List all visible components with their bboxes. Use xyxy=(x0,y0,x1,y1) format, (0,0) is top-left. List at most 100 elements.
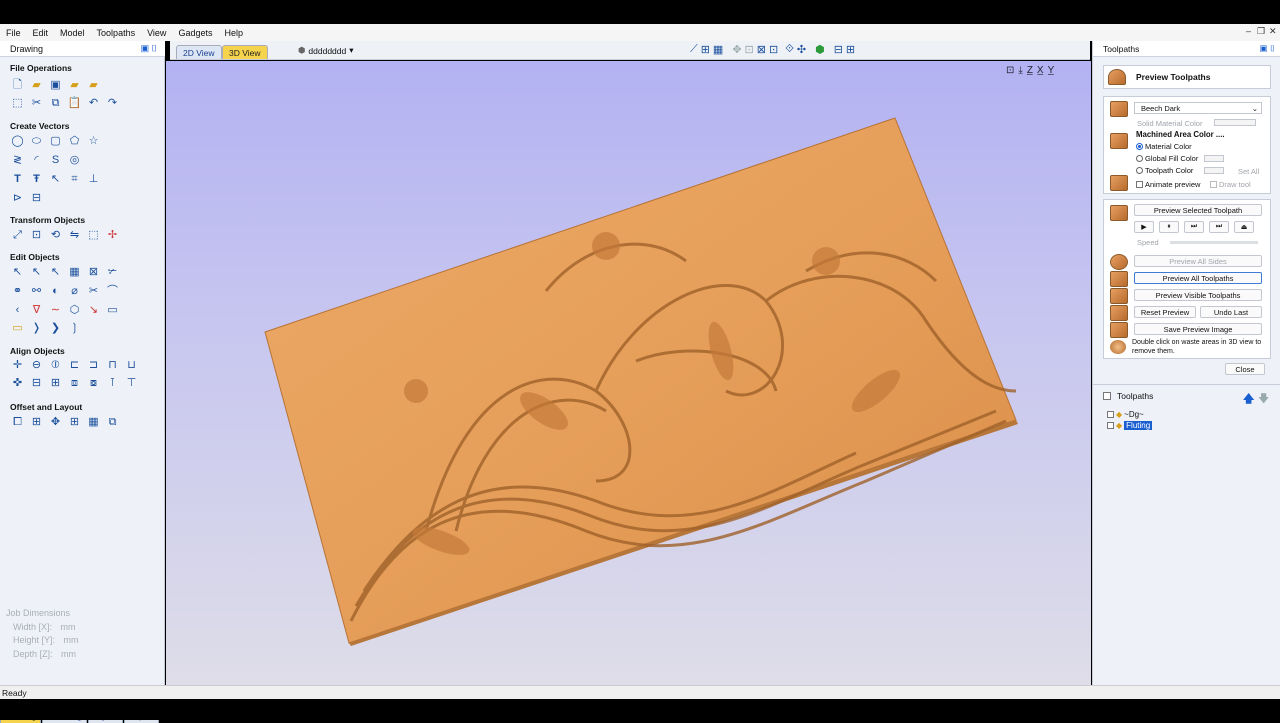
smart-bevel-icon[interactable]: ∇ xyxy=(29,303,44,318)
toolpath-1-checkbox[interactable] xyxy=(1107,411,1114,418)
save-preview-image-button[interactable]: Save Preview Image xyxy=(1134,323,1262,335)
open-folder-icon[interactable]: ▰ xyxy=(29,78,44,93)
preview-visible-toolpaths-button[interactable]: Preview Visible Toolpaths xyxy=(1134,289,1262,301)
size-width-icon[interactable]: ⊺ xyxy=(105,376,120,391)
toolpath-view-icon[interactable]: ⟐ xyxy=(785,43,794,56)
center-h-material-icon[interactable]: ⊟ xyxy=(29,376,44,391)
close-button[interactable]: Close xyxy=(1225,363,1265,375)
fit-view-icon[interactable]: ✣ xyxy=(797,43,806,56)
minimize-icon[interactable]: – xyxy=(1246,26,1251,36)
fit-to-curve-icon[interactable]: ⧉ xyxy=(105,415,120,430)
step-repeat-icon[interactable]: ⊞ xyxy=(67,415,82,430)
material-select[interactable]: Beech Dark ⌄ xyxy=(1134,102,1262,114)
snap-icon[interactable]: ⊞ xyxy=(701,43,710,56)
new-file-icon[interactable]: 🗋 xyxy=(10,78,25,93)
weld-icon[interactable]: ⚭ xyxy=(10,284,25,299)
cut-icon[interactable]: ✂ xyxy=(29,96,44,111)
dimensions-icon[interactable]: ⊥ xyxy=(86,172,101,187)
align-left-icon[interactable]: ⊏ xyxy=(67,358,82,373)
size-height-icon[interactable]: ⊤ xyxy=(124,376,139,391)
center-in-material-icon[interactable]: ✜ xyxy=(10,376,25,391)
material-color-radio[interactable]: Material Color xyxy=(1136,142,1192,151)
interactive-select-icon[interactable]: ↖ xyxy=(48,265,63,280)
rotate-icon[interactable]: ⟲ xyxy=(48,228,63,243)
close-icon[interactable]: ✕ xyxy=(1269,26,1277,37)
fillet-icon[interactable]: ⌒ xyxy=(105,284,120,299)
toolpath-color-radio[interactable]: Toolpath Color xyxy=(1136,166,1193,175)
edit-icon-c[interactable]: ❳ xyxy=(67,321,82,336)
curve-icon[interactable]: S xyxy=(48,153,63,168)
menu-view[interactable]: View xyxy=(141,28,172,38)
model-selector[interactable]: ⬢ dddddddd ▾ xyxy=(298,45,354,56)
edit-icon-b[interactable]: ❯ xyxy=(48,321,63,336)
distort-icon[interactable]: ⬚ xyxy=(86,228,101,243)
menu-edit[interactable]: Edit xyxy=(27,28,55,38)
intersect-icon[interactable]: ◐ xyxy=(48,284,63,299)
animate-preview-checkbox[interactable]: Animate preview xyxy=(1136,180,1200,189)
measure-icon[interactable]: ⊟ xyxy=(29,191,44,206)
job-setup-icon[interactable]: ⬚ xyxy=(10,96,25,111)
grid-icon[interactable]: ▦ xyxy=(713,43,723,56)
bitmap-trace-icon[interactable]: ▭ xyxy=(105,303,120,318)
close-vector-icon[interactable]: ⬡ xyxy=(67,303,82,318)
draw-tool-icon[interactable]: ⊳ xyxy=(10,191,25,206)
polyline-icon[interactable]: ≷ xyxy=(10,153,25,168)
preview-all-toolpaths-button[interactable]: Preview All Toolpaths xyxy=(1134,272,1262,284)
space-v-icon[interactable]: ⧇ xyxy=(86,376,101,391)
arc-icon[interactable]: ◜ xyxy=(29,153,44,168)
paste-icon[interactable]: 📋 xyxy=(67,96,82,111)
zoom-box-icon[interactable]: ⊡ xyxy=(745,43,754,56)
play-icon[interactable]: ▶ xyxy=(1134,221,1154,233)
reset-preview-button[interactable]: Reset Preview xyxy=(1134,306,1196,318)
view-top-icon[interactable]: ⤓ xyxy=(1018,65,1022,76)
move-down-icon[interactable]: 🡇 xyxy=(1258,390,1269,409)
menu-toolpaths[interactable]: Toolpaths xyxy=(91,28,142,38)
save-icon[interactable]: ▣ xyxy=(48,78,63,93)
text-on-curve-icon[interactable]: Ŧ xyxy=(29,172,44,187)
menu-help[interactable]: Help xyxy=(218,28,249,38)
select-icon[interactable]: ↖ xyxy=(10,265,25,280)
global-fill-color-radio[interactable]: Global Fill Color xyxy=(1136,154,1198,163)
spiral-icon[interactable]: ◎ xyxy=(67,153,82,168)
star-icon[interactable]: ☆ xyxy=(86,134,101,149)
align-bottom-icon[interactable]: ⊔ xyxy=(124,358,139,373)
circular-array-icon[interactable]: ✥ xyxy=(48,415,63,430)
edit-text-icon[interactable]: ↖ xyxy=(48,172,63,187)
join-icon[interactable]: ⌀ xyxy=(67,284,82,299)
dovetail-icon[interactable]: ↘ xyxy=(86,303,101,318)
undo-icon[interactable]: ↶ xyxy=(86,96,101,111)
center-v-material-icon[interactable]: ⊞ xyxy=(48,376,63,391)
nest-icon[interactable]: ▭ xyxy=(10,321,25,336)
align-center-h-icon[interactable]: ⊖ xyxy=(29,358,44,373)
draw-tool-checkbox[interactable]: Draw tool xyxy=(1210,180,1251,189)
global-fill-color-picker[interactable] xyxy=(1204,155,1224,162)
tile-view-icon[interactable]: ⊞ xyxy=(846,43,855,56)
pause-icon[interactable]: ⏸ xyxy=(1159,221,1179,233)
set-all-button[interactable]: Set All xyxy=(1238,167,1259,176)
view-iso-icon[interactable]: ⊡ xyxy=(1006,65,1014,76)
preview-all-sides-button[interactable]: Preview All Sides xyxy=(1134,255,1262,267)
curve-fit-icon[interactable]: ∼ xyxy=(48,303,63,318)
space-h-icon[interactable]: ⧈ xyxy=(67,376,82,391)
tab-3d-view[interactable]: 3D View xyxy=(222,45,268,59)
toolpath-item-1[interactable]: ◆ ~Dg~ xyxy=(1107,410,1144,419)
node-edit-icon[interactable]: ↖ xyxy=(29,265,44,280)
preview-selected-toolpath-button[interactable]: Preview Selected Toolpath xyxy=(1134,204,1262,216)
speed-slider[interactable] xyxy=(1170,241,1258,244)
move-up-icon[interactable]: 🡅 xyxy=(1243,390,1254,409)
restore-icon[interactable]: ❐ xyxy=(1257,26,1265,37)
polygon-icon[interactable]: ⬠ xyxy=(67,134,82,149)
3d-viewport[interactable]: ⊡ ⤓ Z̲ X̲ Y̲ xyxy=(166,61,1091,685)
toolpath-item-2[interactable]: ◆ Fluting xyxy=(1107,421,1153,430)
toolpath-color-picker[interactable] xyxy=(1204,167,1224,174)
mirror-icon[interactable]: ⇋ xyxy=(67,228,82,243)
copy-icon[interactable]: ⧉ xyxy=(48,96,63,111)
view-z-icon[interactable]: Z̲ xyxy=(1027,65,1033,76)
view-y-icon[interactable]: Y̲ xyxy=(1048,65,1055,76)
panel-pin-icon[interactable]: ▣ ⌷ xyxy=(1260,43,1276,54)
view-x-icon[interactable]: X̲ xyxy=(1037,65,1044,76)
undo-last-button[interactable]: Undo Last xyxy=(1200,306,1262,318)
edit-icon-a[interactable]: ❭ xyxy=(29,321,44,336)
import-vectors-icon[interactable]: ▰ xyxy=(86,78,101,93)
ellipse-icon[interactable]: ⬭ xyxy=(29,134,44,149)
